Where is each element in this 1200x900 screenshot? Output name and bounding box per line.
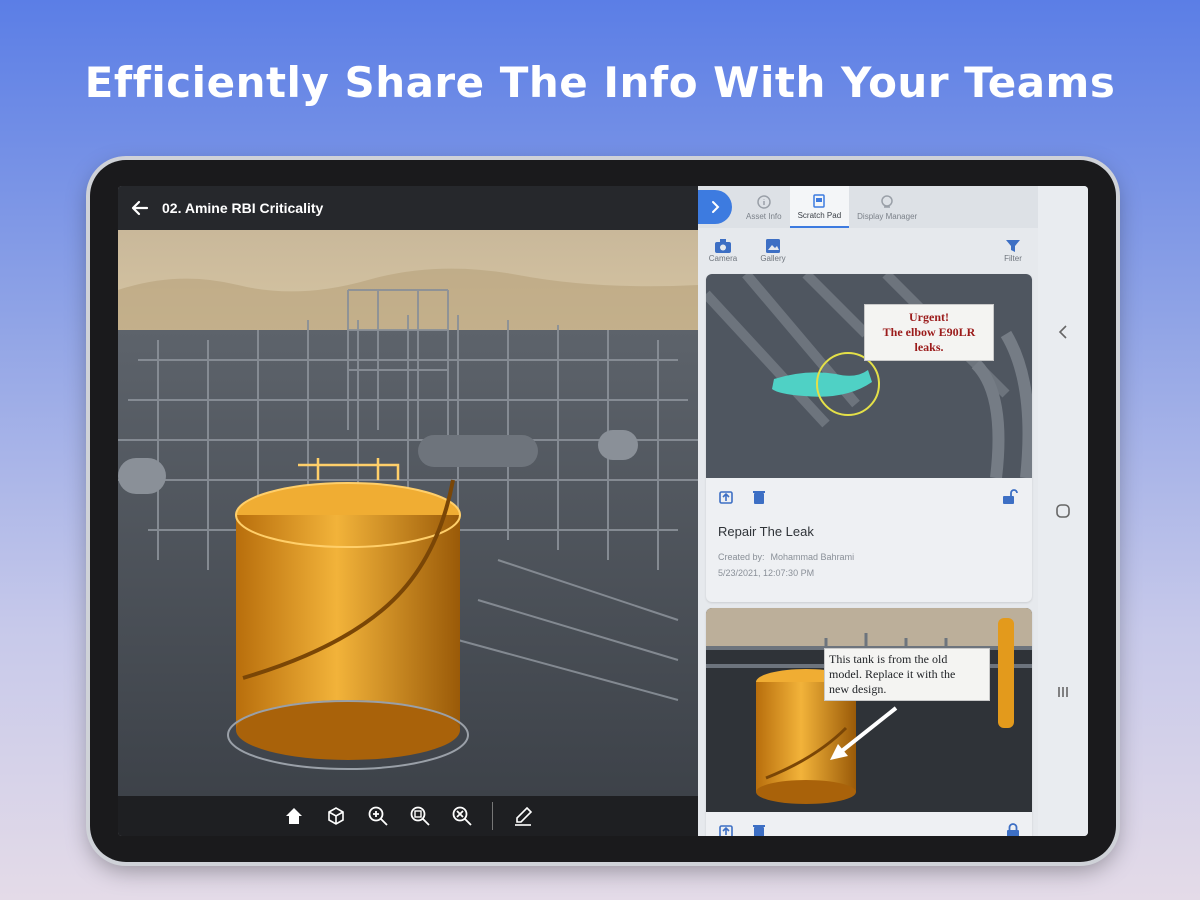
scratch-pad-actions: Camera Gallery Filter [698,228,1038,272]
annotation-note: This tank is from the old model. Replace… [824,648,990,701]
markup-button[interactable] [507,800,539,832]
nav-back-button[interactable] [1038,312,1088,352]
snapshot-image [706,608,1032,812]
toolbar-divider [491,802,493,830]
lock-icon[interactable] [1006,823,1020,836]
note-line: Urgent! [909,310,949,324]
gallery-button[interactable]: Gallery [748,238,798,263]
system-nav-bar [1038,186,1088,836]
zoom-in-button[interactable] [362,800,394,832]
zoom-in-icon [368,806,388,826]
3d-plant-scene[interactable] [118,230,698,796]
viewer-toolbar [118,796,698,836]
collapse-panel-button[interactable] [698,190,732,224]
share-icon[interactable] [718,489,734,505]
camera-label: Camera [708,253,738,263]
cube-view-icon [327,807,344,825]
card-toolbar [706,812,1032,836]
gallery-label: Gallery [760,253,786,263]
trash-icon[interactable] [752,489,766,505]
filter-button[interactable]: Filter [988,238,1038,263]
scratch-pad-icon [813,193,826,208]
note-line: This tank is from the old [829,652,948,666]
chevron-left-icon [1058,325,1067,339]
gallery-icon [766,238,780,253]
tab-display-manager[interactable]: Display Manager [849,186,925,228]
share-icon[interactable] [718,823,734,836]
rounded-square-icon [1056,504,1070,518]
card-snapshot[interactable]: Urgent! The elbow E90LR leaks. [706,274,1032,479]
camera-icon [715,238,731,253]
panel-tabs: Asset Info Scratch Pad Display Manager [698,186,1038,228]
recents-bars-icon [1058,687,1068,697]
asset-info-icon [757,194,771,209]
back-arrow-icon [131,200,149,216]
tab-asset-info[interactable]: Asset Info [738,186,790,228]
created-date: 5/23/2021, 12:07:30 PM [718,568,815,578]
camera-button[interactable]: Camera [698,238,748,263]
tab-label: Scratch Pad [797,210,842,220]
app-screen: 02. Amine RBI Criticality Asset Info Scr… [118,186,1088,836]
chevron-right-icon [712,201,720,213]
scratch-card[interactable]: This tank is from the old model. Replace… [706,608,1032,836]
home-icon [285,808,302,824]
author-name: Mohammad Bahrami [770,552,855,562]
tab-label: Display Manager [857,211,918,221]
nav-home-button[interactable] [1038,491,1088,531]
trash-icon[interactable] [752,823,766,836]
annotation-note: Urgent! The elbow E90LR leaks. [864,304,994,361]
card-title: Repair The Leak [718,524,814,539]
note-line: model. Replace it with the [829,667,956,681]
scratch-card[interactable]: Urgent! The elbow E90LR leaks. Repair Th… [706,274,1032,602]
card-toolbar [706,478,1032,516]
home-button[interactable] [278,800,310,832]
tab-scratch-pad[interactable]: Scratch Pad [789,186,850,228]
note-line: new design. [829,682,887,696]
zoom-fit-button[interactable] [404,800,436,832]
model-viewer[interactable]: 02. Amine RBI Criticality [118,186,698,836]
side-panel: Asset Info Scratch Pad Display Manager C… [698,186,1038,836]
note-line: The elbow E90LR [882,325,976,339]
unlock-icon[interactable] [1002,489,1020,505]
card-snapshot[interactable]: This tank is from the old model. Replace… [706,608,1032,812]
tab-label: Asset Info [746,211,782,221]
markup-pen-icon [514,806,532,826]
model-title: 02. Amine RBI Criticality [162,200,324,216]
back-button[interactable] [118,186,162,230]
zoom-out-button[interactable] [446,800,478,832]
nav-recents-button[interactable] [1038,672,1088,712]
headline: Efficiently Share The Info With Your Tea… [84,58,1116,107]
cube-view-button[interactable] [320,800,352,832]
filter-label: Filter [1004,253,1022,263]
zoom-fit-icon [410,806,430,826]
viewer-header: 02. Amine RBI Criticality [118,186,698,230]
zoom-out-icon [452,806,472,826]
created-label: Created by: [718,552,765,562]
tablet-frame: 02. Amine RBI Criticality Asset Info Scr… [90,160,1116,862]
card-meta: Created by: Mohammad Bahrami 5/23/2021, 1… [706,549,1032,581]
display-manager-icon [881,194,893,208]
filter-icon [1006,239,1020,252]
note-line: leaks. [914,340,944,354]
